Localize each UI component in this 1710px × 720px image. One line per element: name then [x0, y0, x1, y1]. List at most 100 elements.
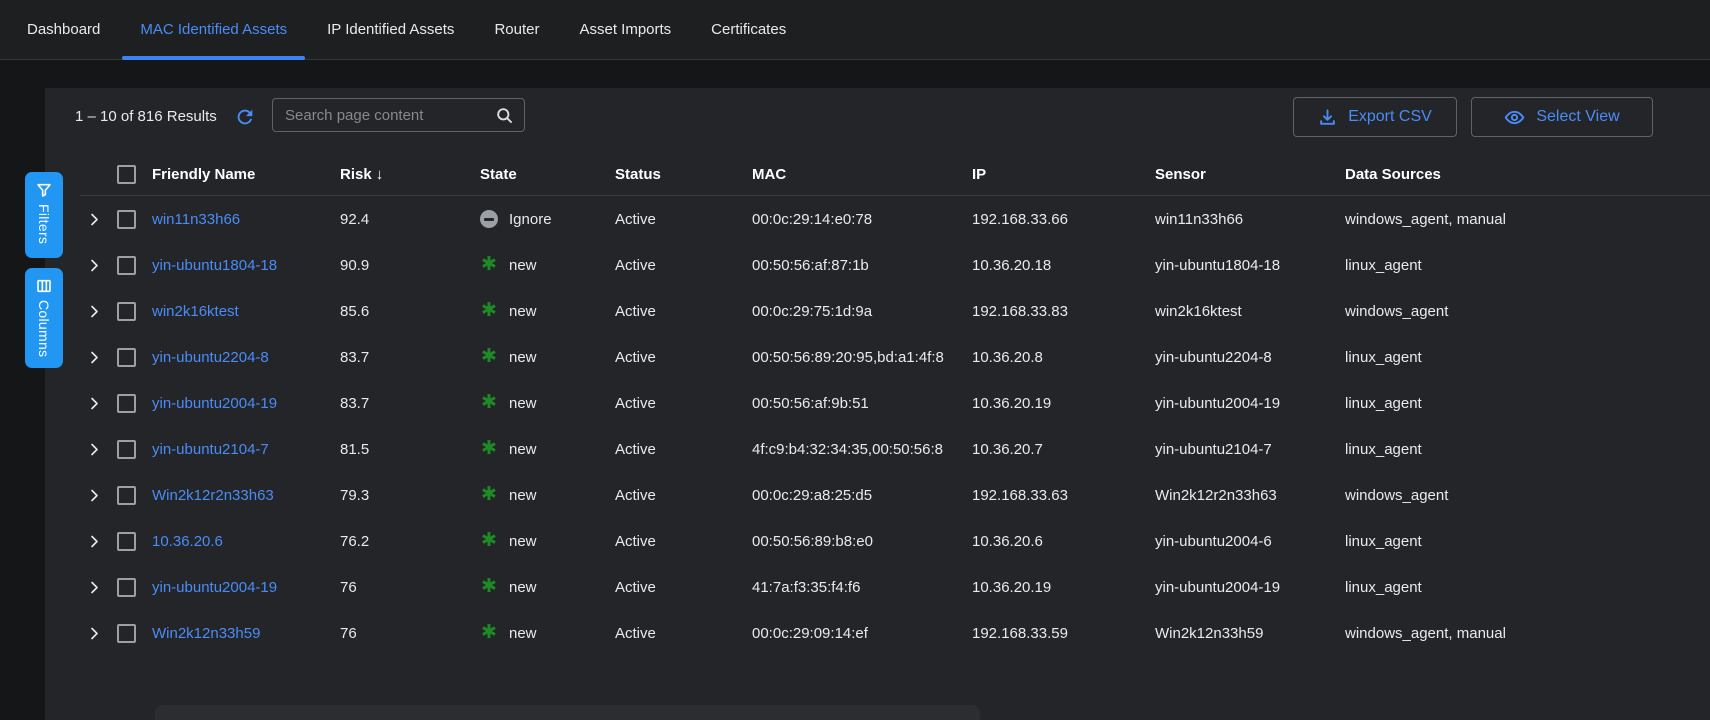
state-label: new — [509, 487, 537, 504]
select-all-checkbox[interactable] — [108, 165, 144, 184]
row-checkbox[interactable] — [108, 440, 144, 459]
tab-asset-imports[interactable]: Asset Imports — [561, 0, 689, 59]
column-header-risk[interactable]: Risk↓ — [332, 166, 472, 183]
state-label: new — [509, 441, 537, 458]
expand-row-chevron-icon[interactable] — [80, 626, 108, 641]
column-header-sensor[interactable]: Sensor — [1147, 166, 1337, 183]
status-value: Active — [607, 349, 744, 366]
state-label: Ignore — [509, 211, 552, 228]
mac-value: 41:7a:f3:35:f4:f6 — [744, 579, 964, 596]
filters-button[interactable]: Filters — [25, 172, 63, 258]
sensor-value: yin-ubuntu2004-6 — [1147, 533, 1337, 550]
new-state-icon: ✱ — [480, 394, 498, 412]
table-row: Win2k12n33h59 76 ✱ new Active 00:0c:29:0… — [80, 610, 1710, 656]
ignore-state-icon — [480, 210, 498, 228]
expand-row-chevron-icon[interactable] — [80, 304, 108, 319]
column-header-friendly-name[interactable]: Friendly Name — [144, 166, 332, 183]
row-checkbox[interactable] — [108, 256, 144, 275]
filters-button-label: Filters — [36, 204, 52, 244]
tab-ip-identified-assets[interactable]: IP Identified Assets — [309, 0, 472, 59]
column-header-mac[interactable]: MAC — [744, 166, 964, 183]
data-sources-value: linux_agent — [1337, 579, 1710, 596]
expand-row-chevron-icon[interactable] — [80, 488, 108, 503]
status-value: Active — [607, 579, 744, 596]
tab-router[interactable]: Router — [476, 0, 557, 59]
state-cell: ✱ new — [472, 624, 607, 642]
table-row: win2k16ktest 85.6 ✱ new Active 00:0c:29:… — [80, 288, 1710, 334]
table-row: win11n33h66 92.4 ✱ Ignore Active 00:0c:2… — [80, 196, 1710, 242]
expand-row-chevron-icon[interactable] — [80, 350, 108, 365]
risk-value: 76.2 — [332, 533, 472, 550]
content-panel: 1 – 10 of 816 Results Export CSV Select … — [45, 88, 1710, 720]
sensor-value: yin-ubuntu2104-7 — [1147, 441, 1337, 458]
row-checkbox[interactable] — [108, 486, 144, 505]
friendly-name-link[interactable]: yin-ubuntu2004-19 — [144, 395, 332, 412]
row-checkbox[interactable] — [108, 532, 144, 551]
row-checkbox[interactable] — [108, 578, 144, 597]
tab-certificates[interactable]: Certificates — [693, 0, 804, 59]
friendly-name-link[interactable]: yin-ubuntu2104-7 — [144, 441, 332, 458]
risk-value: 83.7 — [332, 349, 472, 366]
mac-value: 00:50:56:89:20:95,bd:a1:4f:8 — [744, 349, 964, 366]
friendly-name-link[interactable]: Win2k12n33h59 — [144, 625, 332, 642]
friendly-name-link[interactable]: Win2k12r2n33h63 — [144, 487, 332, 504]
friendly-name-link[interactable]: yin-ubuntu2204-8 — [144, 349, 332, 366]
column-header-data-sources[interactable]: Data Sources — [1337, 166, 1710, 183]
mac-value: 00:0c:29:75:1d:9a — [744, 303, 964, 320]
search-icon[interactable] — [495, 106, 514, 125]
expand-row-chevron-icon[interactable] — [80, 396, 108, 411]
expand-row-chevron-icon[interactable] — [80, 258, 108, 273]
column-header-status[interactable]: Status — [607, 166, 744, 183]
expand-row-chevron-icon[interactable] — [80, 534, 108, 549]
tab-dashboard[interactable]: Dashboard — [9, 0, 118, 59]
row-checkbox[interactable] — [108, 302, 144, 321]
friendly-name-link[interactable]: 10.36.20.6 — [144, 533, 332, 550]
ip-value: 10.36.20.7 — [964, 441, 1147, 458]
ip-value: 192.168.33.83 — [964, 303, 1147, 320]
friendly-name-link[interactable]: win11n33h66 — [144, 211, 332, 228]
mac-value: 4f:c9:b4:32:34:35,00:50:56:8 — [744, 441, 964, 458]
state-cell: ✱ new — [472, 532, 607, 550]
expand-row-chevron-icon[interactable] — [80, 212, 108, 227]
new-state-icon: ✱ — [480, 302, 498, 320]
mac-value: 00:0c:29:14:e0:78 — [744, 211, 964, 228]
column-header-state[interactable]: State — [472, 166, 607, 183]
sensor-value: yin-ubuntu2004-19 — [1147, 579, 1337, 596]
results-count: 1 – 10 of 816 Results — [75, 100, 217, 134]
data-sources-value: linux_agent — [1337, 395, 1710, 412]
state-cell: ✱ new — [472, 302, 607, 320]
refresh-icon[interactable] — [234, 106, 256, 128]
friendly-name-link[interactable]: yin-ubuntu2004-19 — [144, 579, 332, 596]
sort-desc-arrow-icon[interactable]: ↓ — [376, 166, 384, 183]
columns-button[interactable]: Columns — [25, 268, 63, 368]
state-cell: ✱ new — [472, 394, 607, 412]
mac-value: 00:0c:29:09:14:ef — [744, 625, 964, 642]
risk-value: 83.7 — [332, 395, 472, 412]
row-checkbox[interactable] — [108, 394, 144, 413]
state-cell: ✱ new — [472, 348, 607, 366]
row-checkbox[interactable] — [108, 348, 144, 367]
risk-value: 85.6 — [332, 303, 472, 320]
sensor-value: win2k16ktest — [1147, 303, 1337, 320]
export-csv-label: Export CSV — [1348, 108, 1432, 126]
row-checkbox[interactable] — [108, 624, 144, 643]
table-row: Win2k12r2n33h63 79.3 ✱ new Active 00:0c:… — [80, 472, 1710, 518]
new-state-icon: ✱ — [480, 348, 498, 366]
data-sources-value: linux_agent — [1337, 533, 1710, 550]
ip-value: 192.168.33.59 — [964, 625, 1147, 642]
export-csv-button[interactable]: Export CSV — [1293, 97, 1457, 137]
tab-mac-identified-assets[interactable]: MAC Identified Assets — [122, 0, 305, 59]
ip-value: 192.168.33.66 — [964, 211, 1147, 228]
active-tab-underline — [122, 56, 305, 60]
select-view-button[interactable]: Select View — [1471, 97, 1653, 137]
sensor-value: Win2k12r2n33h63 — [1147, 487, 1337, 504]
sensor-value: yin-ubuntu1804-18 — [1147, 257, 1337, 274]
search-input[interactable] — [285, 107, 495, 124]
column-header-ip[interactable]: IP — [964, 166, 1147, 183]
data-sources-value: windows_agent — [1337, 303, 1710, 320]
expand-row-chevron-icon[interactable] — [80, 580, 108, 595]
row-checkbox[interactable] — [108, 210, 144, 229]
friendly-name-link[interactable]: yin-ubuntu1804-18 — [144, 257, 332, 274]
friendly-name-link[interactable]: win2k16ktest — [144, 303, 332, 320]
expand-row-chevron-icon[interactable] — [80, 442, 108, 457]
